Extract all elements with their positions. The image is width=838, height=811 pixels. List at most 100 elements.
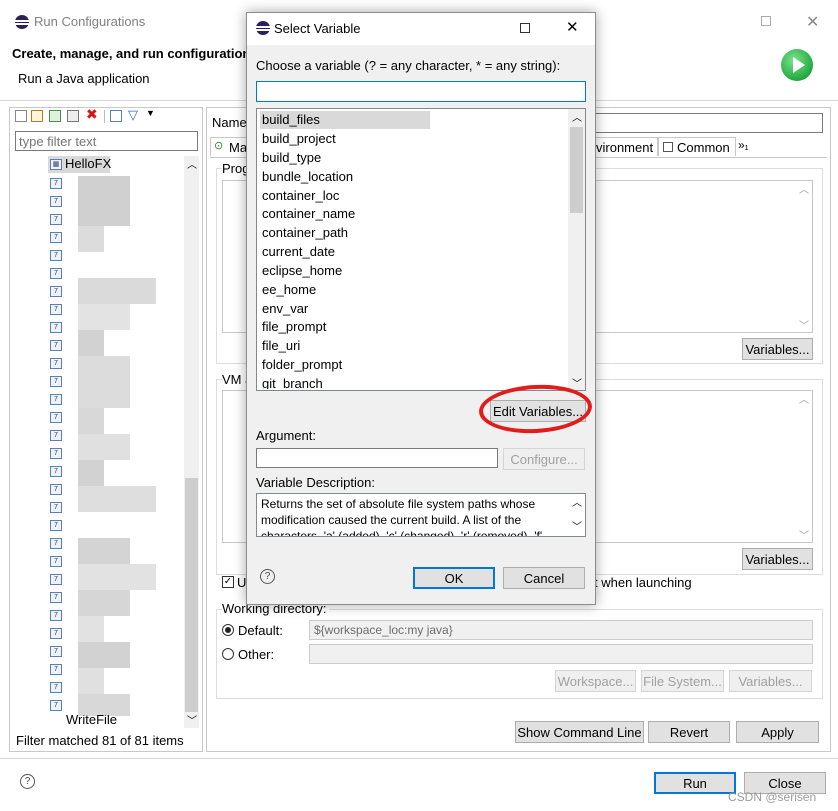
tab-common[interactable]: Common [658,137,736,156]
config-icon[interactable]: 7 [50,286,62,297]
tab-main[interactable]: ⊙ Ma [210,137,248,156]
config-icon[interactable]: 7 [50,250,62,261]
view-menu-icon[interactable]: ▼ [146,108,155,118]
config-icon[interactable]: 7 [50,502,62,513]
tree-vscroll[interactable]: ︿ ﹀ [184,156,199,728]
scroll-down-icon[interactable]: ﹀ [572,375,582,390]
filter-input[interactable] [15,131,198,151]
run-button[interactable]: Run [654,772,736,794]
config-icon[interactable]: 7 [50,574,62,585]
workspace-button[interactable]: Workspace... [555,670,636,692]
ok-button[interactable]: OK [413,567,495,589]
variable-item[interactable]: current_date [262,243,335,261]
scroll-thumb[interactable] [185,478,198,712]
default-radio[interactable] [222,624,234,636]
config-icon[interactable]: 7 [50,322,62,333]
scroll-up-icon[interactable]: ︿ [572,494,582,509]
variable-list-vscroll[interactable]: ︿ ﹀ [568,109,585,390]
variable-item[interactable]: build_files [262,111,320,129]
maximize-icon[interactable] [761,16,771,26]
variable-item[interactable]: bundle_location [262,168,353,186]
config-icon[interactable]: 7 [50,484,62,495]
config-icon[interactable]: 7 [50,700,62,711]
scroll-thumb[interactable] [570,127,583,213]
filesystem-button[interactable]: File System... [641,670,724,692]
variable-item[interactable]: file_uri [262,337,300,355]
dialog-title: Select Variable [274,21,361,36]
revert-button[interactable]: Revert [648,721,730,743]
variable-item[interactable]: container_path [262,224,348,242]
variable-item[interactable]: git_branch [262,375,323,389]
config-icon[interactable]: 7 [50,556,62,567]
config-icon[interactable]: 7 [50,682,62,693]
variable-item[interactable]: ee_home [262,281,316,299]
variable-item[interactable]: file_prompt [262,318,326,336]
name-field[interactable] [594,113,823,133]
filter-icon[interactable]: ▽ [128,107,138,123]
duplicate-icon[interactable] [67,110,79,122]
scroll-down-icon[interactable]: ﹀ [572,518,582,533]
config-icon[interactable]: 7 [50,196,62,207]
variable-filter-input[interactable] [256,81,586,102]
use-checkbox[interactable]: ✓ [222,576,234,588]
variable-item[interactable]: eclipse_home [262,262,342,280]
config-icon[interactable]: 7 [50,214,62,225]
other-dir-field[interactable] [309,644,813,664]
tab-overflow[interactable]: »₁ [738,138,749,152]
scroll-up-icon[interactable]: ︿ [799,181,809,196]
show-command-line-button[interactable]: Show Command Line [515,721,644,743]
config-icon[interactable]: 7 [50,340,62,351]
variable-item[interactable]: env_var [262,300,308,318]
config-icon[interactable]: 7 [50,394,62,405]
config-icon[interactable]: 7 [50,358,62,369]
apply-button[interactable]: Apply [736,721,819,743]
close-window-icon[interactable]: ✕ [806,12,819,32]
collapse-all-icon[interactable] [110,110,122,122]
config-icon[interactable]: 7 [50,520,62,531]
config-icon[interactable]: 7 [50,646,62,657]
config-icon[interactable]: 7 [50,448,62,459]
scroll-down-icon[interactable]: ﹀ [187,712,197,727]
config-icon[interactable]: 7 [50,412,62,423]
config-icon[interactable]: 7 [50,610,62,621]
config-icon[interactable]: 7 [50,664,62,675]
program-variables-button[interactable]: Variables... [742,338,813,360]
dialog-maximize-icon[interactable] [520,23,530,33]
other-radio[interactable] [222,648,234,660]
config-icon[interactable]: 7 [50,232,62,243]
configure-button[interactable]: Configure... [503,448,585,470]
dialog-close-icon[interactable]: ✕ [566,18,579,36]
dialog-help-icon[interactable]: ? [260,569,275,584]
vm-variables-button[interactable]: Variables... [742,548,813,570]
cancel-button[interactable]: Cancel [503,567,585,589]
help-icon[interactable]: ? [20,774,35,789]
config-icon[interactable]: 7 [50,592,62,603]
scroll-down-icon[interactable]: ﹀ [799,527,809,542]
tree-root-label[interactable]: HelloFX [65,156,111,171]
new-prototype-icon[interactable] [31,110,43,122]
config-icon[interactable]: 7 [50,628,62,639]
config-icon[interactable]: 7 [50,466,62,477]
delete-icon[interactable]: ✖ [86,106,98,123]
variable-item[interactable]: build_project [262,130,336,148]
scroll-up-icon[interactable]: ︿ [572,109,582,124]
variable-item[interactable]: container_name [262,205,355,223]
config-icon[interactable]: 7 [50,304,62,315]
tab-environment[interactable]: vironment [594,137,658,156]
tree-last-label[interactable]: WriteFile [66,715,117,729]
variable-item[interactable]: build_type [262,149,321,167]
scroll-up-icon[interactable]: ︿ [799,391,809,406]
variable-item[interactable]: container_loc [262,187,339,205]
new-config-icon[interactable] [15,110,27,122]
scroll-up-icon[interactable]: ︿ [187,156,197,171]
config-icon[interactable]: 7 [50,376,62,387]
argument-input[interactable] [256,448,498,468]
config-icon[interactable]: 7 [50,538,62,549]
export-icon[interactable] [49,110,61,122]
wd-variables-button[interactable]: Variables... [729,670,812,692]
variable-item[interactable]: folder_prompt [262,356,342,374]
scroll-down-icon[interactable]: ﹀ [799,317,809,332]
config-icon[interactable]: 7 [50,430,62,441]
config-icon[interactable]: 7 [50,268,62,279]
config-icon[interactable]: 7 [50,178,62,189]
